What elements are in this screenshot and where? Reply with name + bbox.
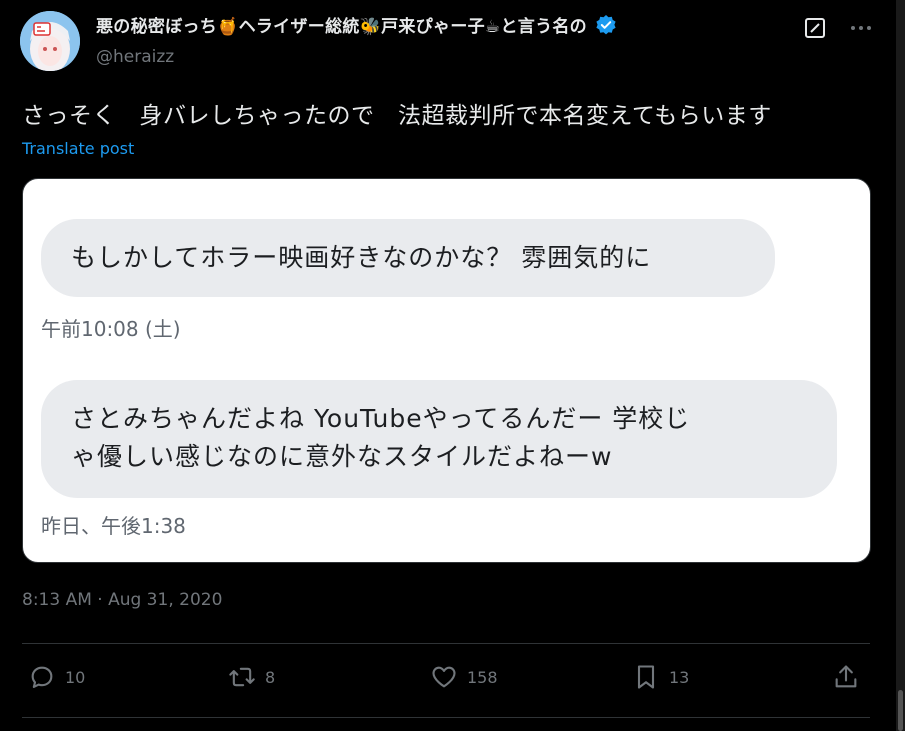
- chat-timestamp: 昨日、午後1:38: [41, 514, 186, 538]
- bookmark-icon: [637, 665, 655, 689]
- divider: [22, 717, 870, 718]
- bookmark-button[interactable]: 13: [632, 663, 689, 691]
- avatar-image: [20, 11, 80, 71]
- author-display-name[interactable]: 悪の秘密ぼっち🍯ヘライザー総統🐝戸来ぴゃー子☕と言う名の: [96, 12, 617, 41]
- share-button[interactable]: [832, 663, 869, 691]
- grok-icon[interactable]: [804, 17, 826, 39]
- translate-post-link[interactable]: Translate post: [22, 139, 134, 158]
- like-count: 158: [467, 667, 498, 687]
- chat-bubble: もしかしてホラー映画好きなのかな？ 雰囲気的に: [41, 219, 775, 297]
- bookmark-count: 13: [669, 667, 690, 687]
- avatar[interactable]: [20, 11, 80, 71]
- reply-count: 10: [65, 667, 86, 687]
- chat-bubble: さとみちゃんだよね YouTubeやってるんだー 学校じ ゃ優しい感じなのに意外…: [41, 380, 837, 498]
- author-handle[interactable]: @heraizz: [96, 47, 174, 67]
- verified-badge-icon[interactable]: [595, 14, 617, 41]
- divider: [22, 643, 870, 644]
- repost-count: 8: [265, 667, 276, 687]
- display-name-text: 悪の秘密ぼっち🍯ヘライザー総統🐝戸来ぴゃー子☕と言う名の: [96, 17, 587, 37]
- share-icon: [835, 665, 857, 688]
- tweet-timestamp[interactable]: 8:13 AM · Aug 31, 2020: [22, 590, 222, 610]
- chat-message-line: ゃ優しい感じなのに意外なスタイルだよねーw: [71, 442, 613, 471]
- more-options-icon[interactable]: [848, 16, 874, 40]
- chat-message-text: もしかしてホラー映画好きなのかな？ 雰囲気的に: [71, 243, 652, 272]
- chat-timestamp: 午前10:08 (土): [41, 317, 181, 341]
- chat-message-line: さとみちゃんだよね YouTubeやってるんだー 学校じ: [71, 404, 691, 433]
- repost-icon: [229, 667, 255, 687]
- scrollbar-thumb[interactable]: [898, 690, 903, 731]
- reply-icon: [31, 666, 53, 688]
- scrollbar[interactable]: [896, 0, 905, 731]
- reply-button[interactable]: 10: [28, 663, 85, 691]
- repost-button[interactable]: 8: [228, 663, 275, 691]
- like-button[interactable]: 158: [430, 663, 498, 691]
- tweet-text: さっそく 身バレしちゃったので 法超裁判所で本名変えてもらいます: [22, 103, 772, 129]
- tweet-media-image[interactable]: もしかしてホラー映画好きなのかな？ 雰囲気的に 午前10:08 (土) さとみち…: [22, 178, 871, 563]
- heart-icon: [432, 666, 456, 688]
